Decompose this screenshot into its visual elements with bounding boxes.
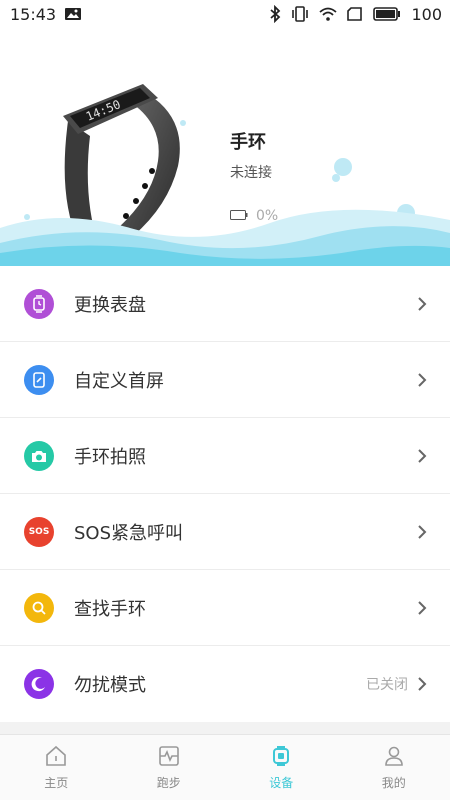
decorative-bubble — [332, 174, 340, 182]
search-icon — [24, 593, 54, 623]
home-icon — [46, 745, 67, 766]
menu-item-do-not-disturb[interactable]: 勿扰模式 已关闭 — [0, 646, 450, 722]
wave-decoration — [0, 209, 450, 268]
device-name: 手环 — [230, 132, 266, 153]
running-icon — [158, 746, 179, 766]
menu-item-label: 自定义首屏 — [74, 371, 164, 392]
chevron-right-icon — [418, 297, 427, 311]
dnd-status-value: 已关闭 — [366, 677, 408, 693]
camera-icon — [24, 441, 54, 471]
tab-label: 设备 — [269, 776, 294, 790]
tab-profile[interactable]: 我的 — [338, 735, 450, 800]
status-time: 15:43 — [10, 4, 57, 24]
tab-label: 跑步 — [156, 776, 181, 790]
tab-running[interactable]: 跑步 — [113, 735, 226, 800]
bluetooth-icon — [269, 5, 281, 23]
sos-icon: SOS — [24, 517, 54, 547]
menu-item-label: SOS紧急呼叫 — [74, 523, 184, 544]
menu-item-label: 更换表盘 — [74, 295, 146, 316]
menu-item-sos[interactable]: SOS SOS紧急呼叫 — [0, 494, 450, 570]
vibrate-icon — [291, 6, 309, 22]
tab-label: 主页 — [44, 776, 69, 790]
wifi-icon — [319, 7, 338, 21]
bottom-tab-bar: 主页 跑步 设备 我的 — [0, 734, 450, 800]
sos-icon-text: SOS — [28, 527, 50, 537]
chevron-right-icon — [418, 373, 427, 387]
status-bar: 15:43 100 — [0, 0, 450, 28]
profile-icon — [384, 746, 403, 766]
chevron-right-icon — [418, 525, 427, 539]
device-icon — [273, 746, 290, 766]
battery-level: 100 — [411, 4, 442, 24]
image-icon — [64, 7, 82, 21]
chevron-right-icon — [418, 677, 427, 691]
menu-item-find-band[interactable]: 查找手环 — [0, 570, 450, 646]
watch-face-icon — [24, 289, 54, 319]
decorative-bubble — [180, 120, 186, 126]
device-header: 14:50 手环 未连接 0% — [0, 28, 450, 268]
custom-screen-icon — [24, 365, 54, 395]
chevron-right-icon — [418, 601, 427, 615]
menu-item-label: 勿扰模式 — [74, 675, 146, 696]
menu-item-band-camera[interactable]: 手环拍照 — [0, 418, 450, 494]
tab-label: 我的 — [381, 776, 406, 790]
menu-item-label: 手环拍照 — [74, 447, 146, 468]
menu-item-label: 查找手环 — [74, 599, 146, 620]
battery-icon — [373, 7, 401, 21]
tab-home[interactable]: 主页 — [0, 735, 113, 800]
menu-item-custom-screen[interactable]: 自定义首屏 — [0, 342, 450, 418]
chevron-right-icon — [418, 449, 427, 463]
moon-icon — [24, 669, 54, 699]
device-menu: 更换表盘 自定义首屏 手环拍照 SOS SOS紧急呼叫 查找手环 勿扰模式 已关… — [0, 266, 450, 722]
tab-device[interactable]: 设备 — [225, 735, 338, 800]
sim-icon — [347, 7, 363, 21]
menu-item-watch-face[interactable]: 更换表盘 — [0, 266, 450, 342]
connection-status: 未连接 — [230, 165, 272, 181]
